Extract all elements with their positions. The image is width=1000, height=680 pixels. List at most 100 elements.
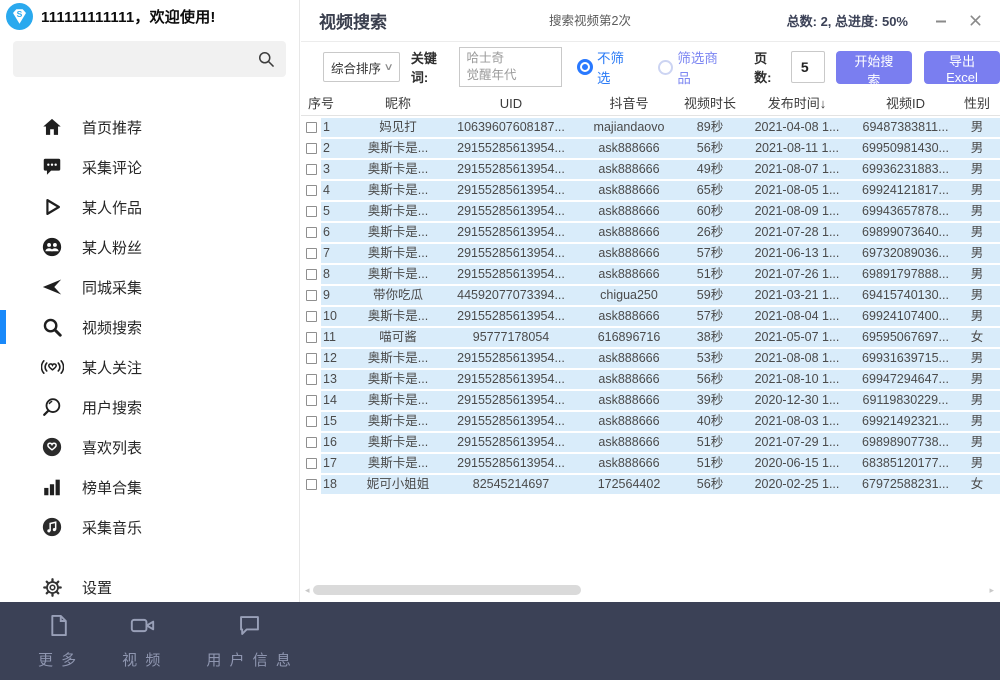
table-cell: 69595067697...	[853, 328, 958, 347]
row-checkbox[interactable]	[306, 458, 317, 469]
table-cell: ask888666	[579, 202, 679, 221]
sidebar-item-user-search[interactable]: 用户搜索	[0, 387, 299, 427]
table-row[interactable]: 11喵可酱9577717805461689671638秒2021-05-07 1…	[301, 328, 1000, 347]
table-cell: 女	[958, 475, 996, 494]
table-cell: 男	[958, 118, 996, 137]
table-row[interactable]: 3奥斯卡是...29155285613954...ask88866649秒202…	[301, 160, 1000, 179]
row-checkbox[interactable]	[306, 185, 317, 196]
sidebar-item-label: 某人粉丝	[82, 237, 142, 258]
sidebar-item-home[interactable]: 首页推荐	[0, 107, 299, 147]
row-checkbox[interactable]	[306, 164, 317, 175]
table-row[interactable]: 7奥斯卡是...29155285613954...ask88866657秒202…	[301, 244, 1000, 263]
table-row[interactable]: 17奥斯卡是...29155285613954...ask88866651秒20…	[301, 454, 1000, 473]
row-checkbox[interactable]	[306, 416, 317, 427]
table-cell: 男	[958, 307, 996, 326]
sidebar-item-heart-circle[interactable]: 喜欢列表	[0, 427, 299, 467]
table-row[interactable]: 10奥斯卡是...29155285613954...ask88866657秒20…	[301, 307, 1000, 326]
bottom-item-chat-bubble[interactable]: 用 户 信 息	[206, 612, 293, 670]
column-header[interactable]: 视频ID	[853, 92, 958, 115]
pages-input[interactable]	[791, 51, 825, 83]
scroll-left-arrow-icon[interactable]: ◂	[305, 585, 310, 595]
sidebar-item-search[interactable]: 视频搜索	[0, 307, 299, 347]
column-header[interactable]: 性别	[958, 92, 996, 115]
sidebar-item-settings[interactable]: 设置	[0, 567, 299, 607]
bottom-item-video[interactable]: 视 频	[122, 612, 162, 670]
music-icon	[40, 515, 64, 539]
start-search-button[interactable]: 开始搜索	[836, 51, 912, 84]
column-header[interactable]: 发布时间↓	[741, 92, 853, 115]
row-checkbox[interactable]	[306, 353, 317, 364]
sidebar-item-fans[interactable]: 某人粉丝	[0, 227, 299, 267]
scroll-right-arrow-icon[interactable]: ▸	[989, 585, 994, 595]
row-checkbox[interactable]	[306, 290, 317, 301]
row-checkbox[interactable]	[306, 206, 317, 217]
row-checkbox[interactable]	[306, 395, 317, 406]
row-checkbox[interactable]	[306, 227, 317, 238]
column-header[interactable]: UID	[443, 92, 579, 115]
table-cell: 男	[958, 244, 996, 263]
column-header[interactable]: 昵称	[353, 92, 443, 115]
page-title: 视频搜索	[319, 8, 387, 33]
row-checkbox[interactable]	[306, 479, 317, 490]
table-row[interactable]: 8奥斯卡是...29155285613954...ask88866651秒202…	[301, 265, 1000, 284]
row-checkbox[interactable]	[306, 374, 317, 385]
table-cell: 男	[958, 286, 996, 305]
export-excel-button[interactable]: 导出Excel	[924, 51, 1000, 84]
sidebar-item-label: 首页推荐	[82, 117, 142, 138]
table-cell: 2021-08-08 1...	[741, 349, 853, 368]
sidebar-search-box[interactable]	[13, 41, 286, 77]
table-row[interactable]: 15奥斯卡是...29155285613954...ask88866640秒20…	[301, 412, 1000, 431]
sidebar-item-bar-chart[interactable]: 榜单合集	[0, 467, 299, 507]
column-header[interactable]: 序号	[301, 92, 353, 115]
minimize-button[interactable]	[934, 14, 948, 28]
table-row[interactable]: 1妈见打10639607608187...majiandaovo89秒2021-…	[301, 118, 1000, 137]
comment-icon	[40, 155, 64, 179]
table-row[interactable]: 13奥斯卡是...29155285613954...ask88866656秒20…	[301, 370, 1000, 389]
location-arrow-icon	[40, 275, 64, 299]
table-row[interactable]: 2奥斯卡是...29155285613954...ask88866656秒202…	[301, 139, 1000, 158]
table-row[interactable]: 18妮可小姐姐8254521469717256440256秒2020-02-25…	[301, 475, 1000, 494]
row-checkbox[interactable]	[306, 248, 317, 259]
sort-select[interactable]: 综合排序 ∨	[323, 52, 400, 82]
table-cell: 56秒	[679, 370, 741, 389]
table-row[interactable]: 6奥斯卡是...29155285613954...ask88866626秒202…	[301, 223, 1000, 242]
fans-icon	[40, 235, 64, 259]
table-cell: 51秒	[679, 433, 741, 452]
sidebar-item-comment[interactable]: 采集评论	[0, 147, 299, 187]
table-row[interactable]: 9带你吃瓜44592077073394...chigua25059秒2021-0…	[301, 286, 1000, 305]
close-icon[interactable]	[968, 14, 982, 28]
table-row[interactable]: 12奥斯卡是...29155285613954...ask88866653秒20…	[301, 349, 1000, 368]
horizontal-scrollbar[interactable]: ◂ ▸	[303, 584, 996, 596]
table-cell: 29155285613954...	[443, 454, 579, 473]
table-cell: 奥斯卡是...	[353, 139, 443, 158]
row-checkbox[interactable]	[306, 269, 317, 280]
radio-filter-goods[interactable]: 筛选商品	[658, 47, 730, 87]
table-row[interactable]: 14奥斯卡是...29155285613954...ask88866639秒20…	[301, 391, 1000, 410]
row-checkbox[interactable]	[306, 143, 317, 154]
sidebar-item-location-arrow[interactable]: 同城采集	[0, 267, 299, 307]
scrollbar-thumb[interactable]	[313, 585, 581, 595]
row-checkbox[interactable]	[306, 122, 317, 133]
keyword-input[interactable]: 哈士奇 觉醒年代	[459, 47, 562, 87]
table-row[interactable]: 16奥斯卡是...29155285613954...ask88866651秒20…	[301, 433, 1000, 452]
table-cell: 奥斯卡是...	[353, 160, 443, 179]
row-checkbox-cell	[301, 328, 321, 347]
table-cell: 2021-08-09 1...	[741, 202, 853, 221]
table-row[interactable]: 5奥斯卡是...29155285613954...ask88866660秒202…	[301, 202, 1000, 221]
sidebar-item-broadcast-heart[interactable]: 某人关注	[0, 347, 299, 387]
table-row[interactable]: 4奥斯卡是...29155285613954...ask88866665秒202…	[301, 181, 1000, 200]
row-checkbox[interactable]	[306, 332, 317, 343]
row-checkbox[interactable]	[306, 311, 317, 322]
column-header[interactable]: 抖音号	[579, 92, 679, 115]
row-checkbox[interactable]	[306, 437, 317, 448]
table-cell: 29155285613954...	[443, 160, 579, 179]
column-header[interactable]: 视频时长	[679, 92, 741, 115]
table-cell: ask888666	[579, 391, 679, 410]
bottom-item-file[interactable]: 更 多	[38, 612, 78, 670]
sidebar-item-play[interactable]: 某人作品	[0, 187, 299, 227]
radio-no-filter[interactable]: 不筛选	[577, 47, 636, 87]
sidebar-item-music[interactable]: 采集音乐	[0, 507, 299, 547]
table-cell: 男	[958, 265, 996, 284]
search-input[interactable]	[13, 41, 256, 77]
bottom-item-label: 用 户 信 息	[206, 649, 293, 670]
